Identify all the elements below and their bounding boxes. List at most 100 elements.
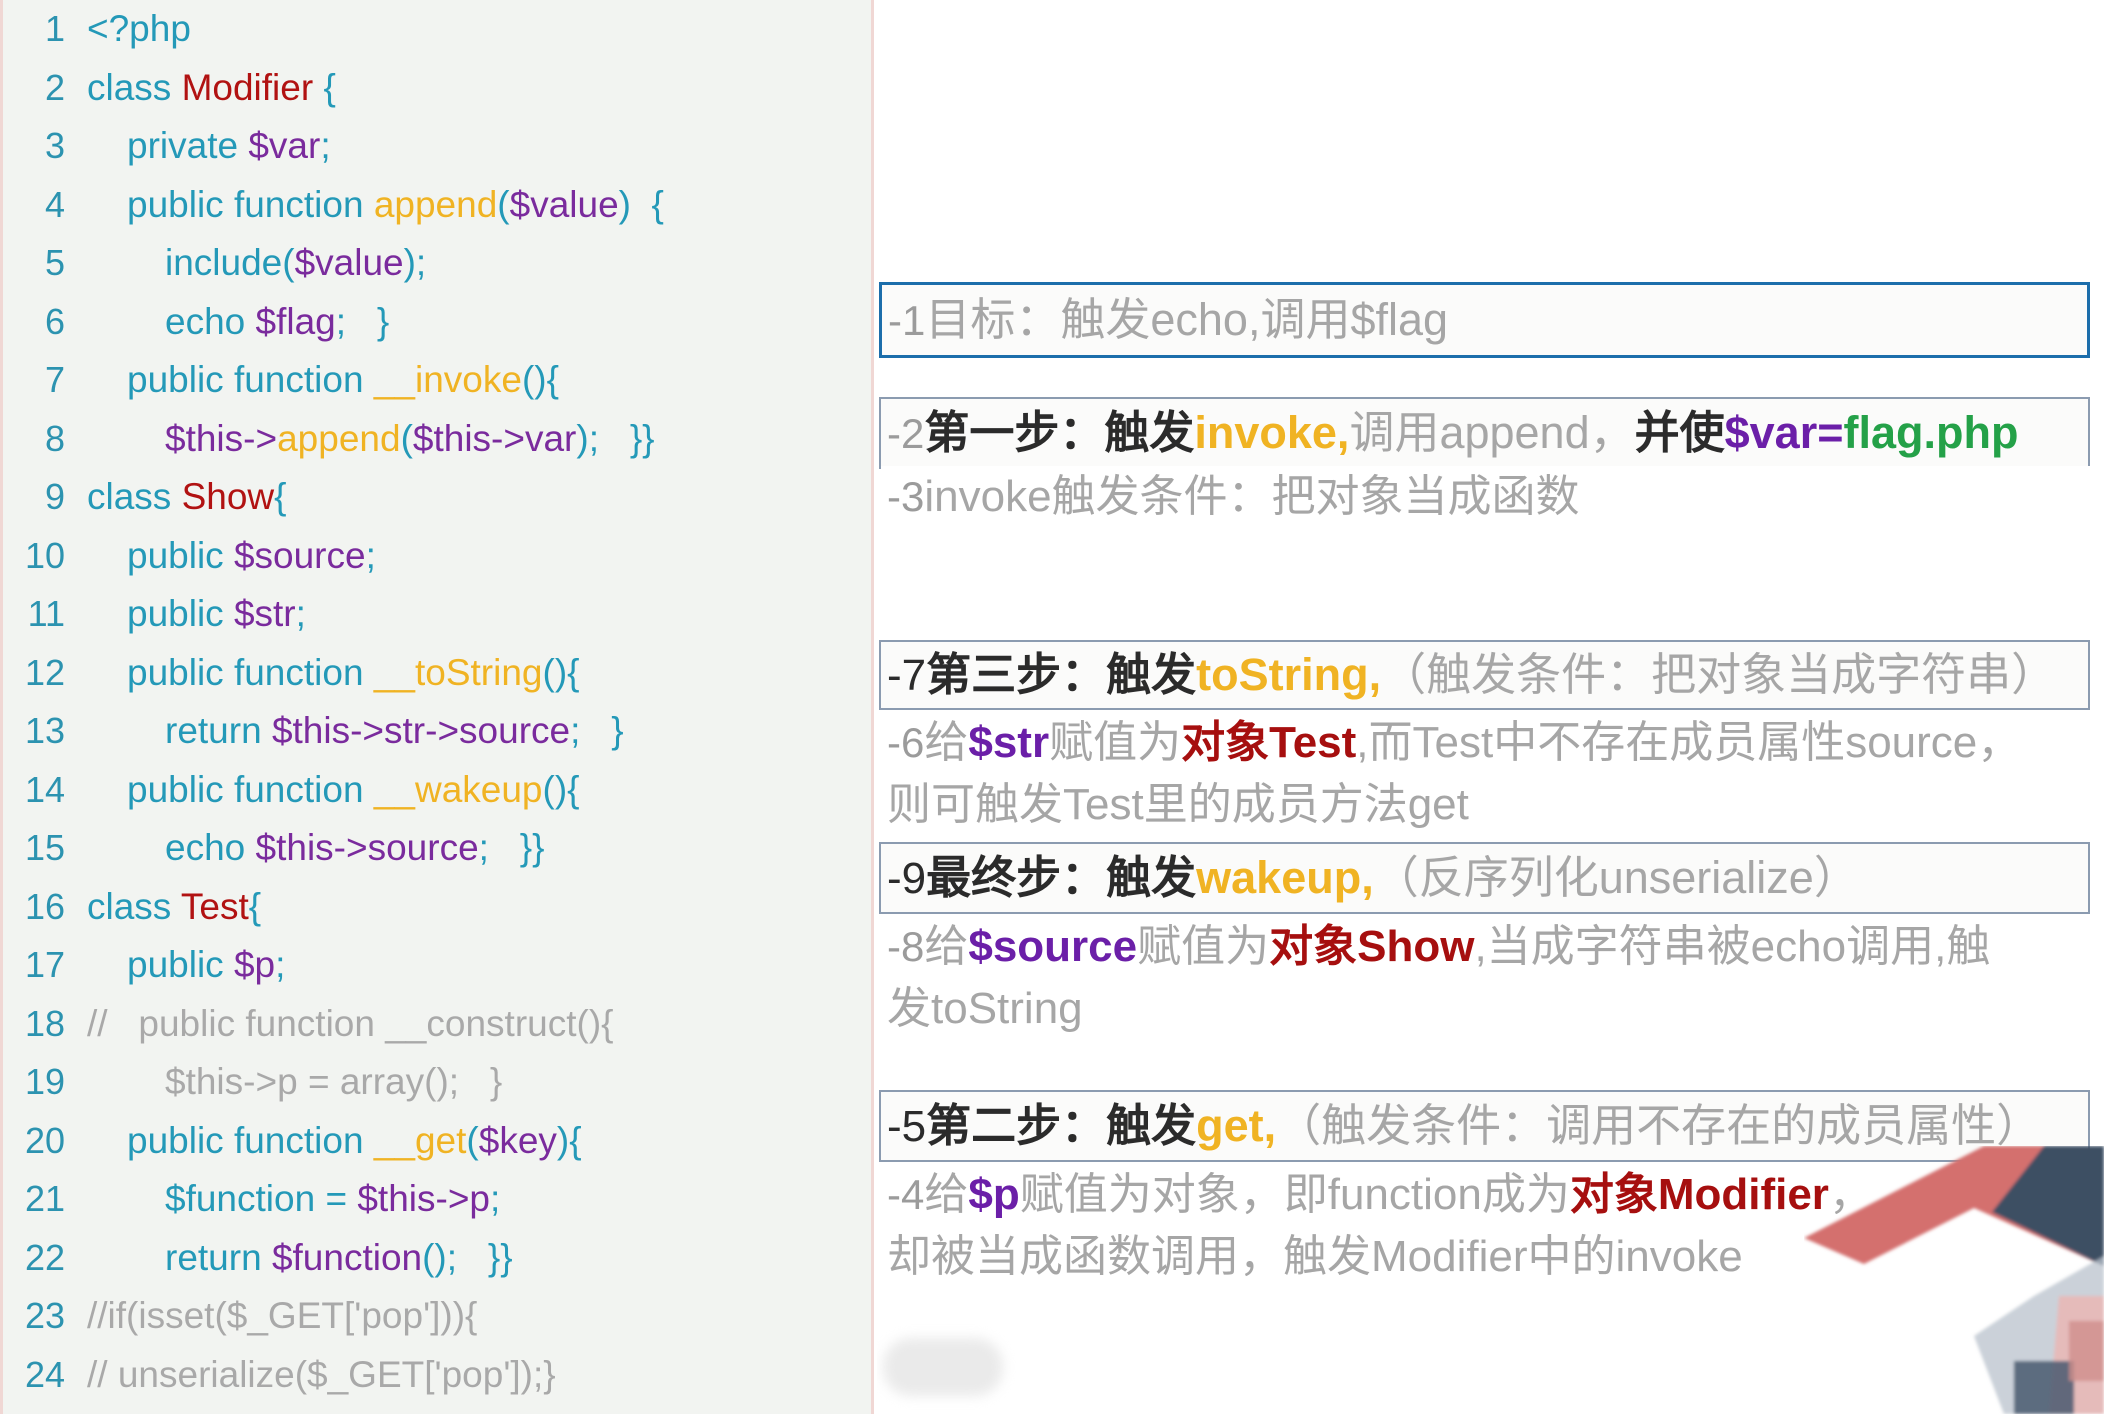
annotation-span: 给 [924, 1170, 969, 1219]
code-line-text: public $str; [65, 585, 306, 644]
annotation-span: -6 [887, 719, 925, 766]
code-token: { [313, 66, 336, 108]
annotation-span: -7 [887, 650, 927, 700]
code-line: 9 class Show{ [3, 468, 871, 527]
code-token: Show [181, 476, 275, 517]
code-line-text: echo $this->source; }} [65, 819, 545, 878]
annotation-span: （触发条件：调用不存在的成员属性） [1276, 1099, 2042, 1151]
annotation-line: -4给$p赋值为对象，即function成为对象Modifier， [887, 1164, 2084, 1226]
annotation-span: ,当成字符串被echo调用,触 [1474, 922, 1991, 971]
annotation-note-5: -5第二步：触发get,（触发条件：调用不存在的成员属性） [879, 1090, 2090, 1162]
code-token: $this [165, 417, 244, 459]
code-token: ; [490, 1178, 501, 1219]
code-token: $key [478, 1119, 557, 1161]
code-lines-container: 1 <?php 2 class Modifier {3 private $var; 4 pu… [3, 0, 871, 1404]
code-token: $this->p = array(); } [165, 1061, 503, 1102]
code-token: //if(isset($_GET['pop'])){ [87, 1295, 478, 1336]
code-token: ; [365, 534, 376, 576]
annotation-span: toString, [1196, 648, 1382, 700]
annotation-span: get, [1196, 1099, 1277, 1151]
code-token: (){ [542, 768, 580, 810]
code-listing-panel: 1 <?php 2 class Modifier {3 private $var; 4 pu… [0, 0, 874, 1414]
code-token: public [127, 534, 234, 576]
annotation-span: 给 [924, 922, 969, 971]
annotation-span: （触发条件：把对象当成字符串） [1381, 648, 2057, 700]
annotation-note-8: -8给$source赋值为对象Show,当成字符串被echo调用,触 发toStr… [881, 916, 2090, 1086]
watermark-blur-bottom-left [883, 1338, 1003, 1396]
code-token: append [373, 183, 498, 225]
code-token: ( [400, 417, 413, 459]
annotation-span: invoke触发条件：把对象当成函数 [924, 472, 1580, 521]
annotation-line: -5第二步：触发get,（触发条件：调用不存在的成员属性） [887, 1094, 2082, 1159]
annotation-span: $p [968, 1170, 1020, 1219]
line-number: 2 [44, 66, 65, 108]
annotation-line: -8给$source赋值为对象Show,当成字符串被echo调用,触 [887, 916, 2084, 978]
annotation-text-block: -7第三步：触发toString,（触发条件：把对象当成字符串） [887, 643, 2082, 708]
line-number: 12 [24, 651, 65, 693]
code-token: ; [320, 125, 331, 166]
line-number: 23 [24, 1295, 65, 1336]
code-token: $this->var [412, 417, 577, 459]
code-token: ( [497, 183, 510, 225]
code-line: 10 public $source; [3, 527, 871, 586]
annotation-text-block: -1目标：触发echo,调用$flag [888, 288, 2081, 353]
line-number: 9 [44, 476, 65, 517]
line-number: 8 [44, 417, 65, 459]
annotation-note-7: -7第三步：触发toString,（触发条件：把对象当成字符串） [879, 640, 2090, 710]
annotation-span: 第二步：触发 [926, 1099, 1197, 1151]
annotation-span: 并使 [1634, 406, 1725, 458]
code-token: $value [509, 183, 619, 225]
annotation-span: 第一步：触发 [924, 406, 1195, 458]
code-token: ); [403, 242, 427, 283]
code-line-text: // public function __construct(){ [65, 995, 614, 1054]
code-line-text: // unserialize($_GET['pop']);} [65, 1346, 556, 1405]
annotation-span: 对象Test [1181, 718, 1357, 767]
code-token: { [248, 885, 262, 927]
code-token: $this->source [255, 827, 479, 868]
code-line: 19 $this->p = array(); } [3, 1053, 871, 1112]
code-token: $this->str->source [271, 710, 571, 751]
code-token: // public function __construct(){ [87, 1002, 614, 1044]
code-line: 8 $this->append($this->var); }} [3, 410, 871, 469]
code-token: ); }} [576, 417, 655, 459]
line-number: 19 [24, 1061, 65, 1102]
code-token: Test [180, 885, 249, 927]
code-token: $this->p [357, 1178, 491, 1219]
annotation-span: ,而Test中不存在成员属性source， [1356, 718, 2022, 767]
code-line: 22 return $function(); }} [3, 1229, 871, 1288]
code-token: echo [165, 300, 256, 342]
code-token: $source [233, 534, 366, 576]
annotation-span: 赋值为对象，即function成为 [1019, 1170, 1570, 1219]
code-line-text: public function __invoke(){ [65, 351, 559, 410]
code-token: $p [233, 944, 276, 985]
line-number: 24 [24, 1353, 65, 1395]
annotation-line: 发toString [887, 978, 2084, 1040]
line-number: 18 [24, 1002, 65, 1044]
line-number: 5 [44, 242, 65, 283]
code-token: -> [243, 417, 278, 459]
code-token: public function [127, 768, 374, 810]
annotation-span: 目标：触发echo,调用$flag [925, 293, 1449, 345]
code-token: class [87, 476, 182, 517]
line-number: 15 [24, 827, 65, 868]
code-token: public [127, 593, 234, 634]
annotation-span: -2 [887, 409, 925, 457]
annotation-span: 给 [924, 718, 969, 767]
code-token: public function [127, 651, 374, 693]
annotation-span: $source [968, 922, 1138, 971]
annotation-span: 调用append， [1349, 406, 1635, 458]
line-number: 17 [24, 944, 65, 985]
code-line-text: include($value); [65, 234, 426, 293]
code-token: $value [294, 242, 404, 283]
code-token: $str [233, 593, 296, 634]
annotation-span: wakeup, [1196, 851, 1374, 903]
code-line-text: public function __toString(){ [65, 644, 580, 703]
code-token: <?php [87, 8, 191, 49]
annotation-line: -1目标：触发echo,调用$flag [888, 288, 2081, 353]
code-token: __invoke [373, 359, 522, 400]
code-line-text: $this->p = array(); } [65, 1053, 502, 1112]
line-number: 21 [24, 1178, 65, 1219]
code-line-text: //if(isset($_GET['pop'])){ [65, 1287, 477, 1346]
annotation-line: -2第一步：触发invoke,调用append，并使$var=flag.php [887, 401, 2082, 466]
code-line: 2 class Modifier { [3, 59, 871, 118]
